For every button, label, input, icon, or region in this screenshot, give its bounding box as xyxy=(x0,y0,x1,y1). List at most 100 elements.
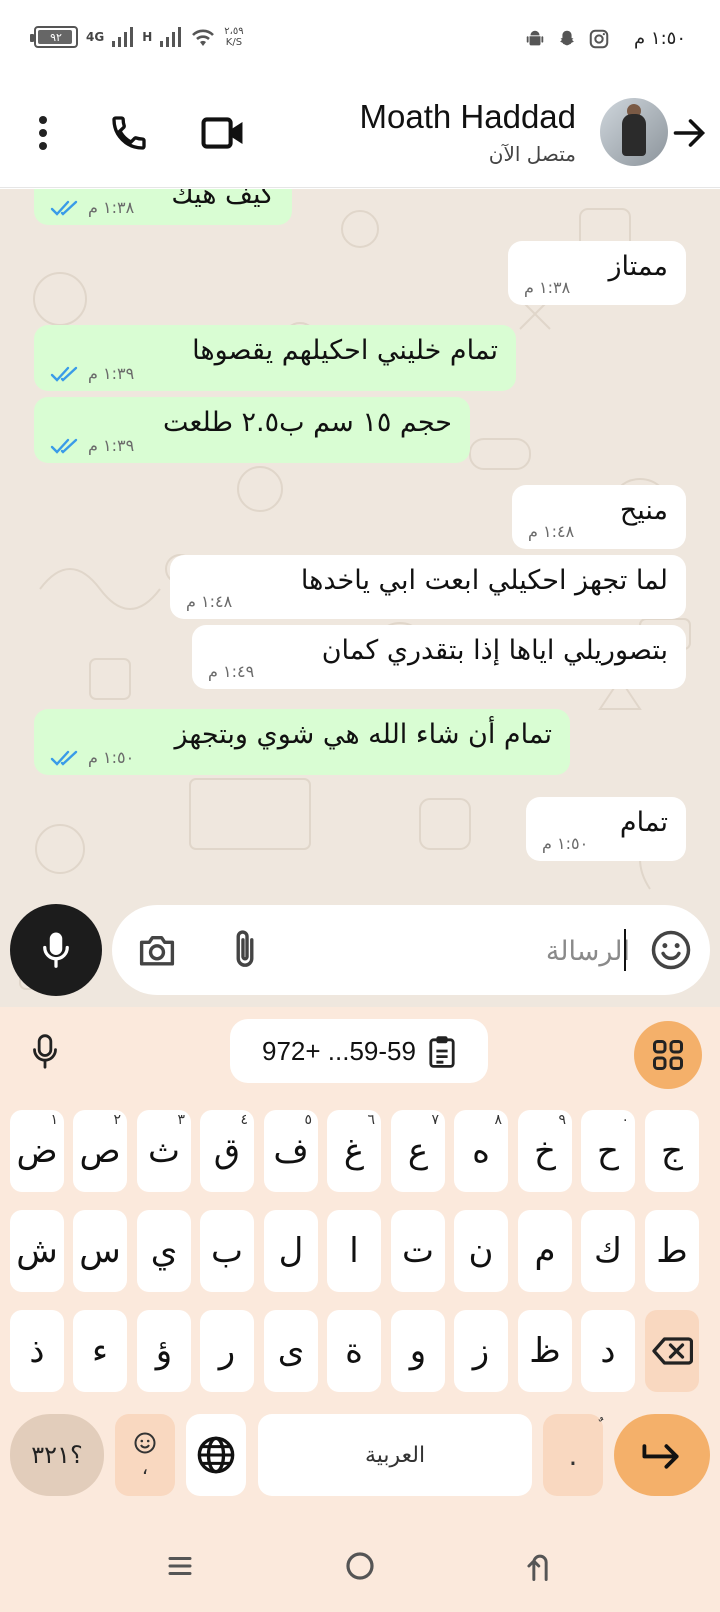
message-input-container[interactable] xyxy=(112,905,710,995)
key-dad[interactable]: ض١ xyxy=(10,1110,64,1192)
key-fa[interactable]: ف٥ xyxy=(264,1110,318,1192)
message-meta: ١:٥٠ م xyxy=(50,748,134,767)
avatar[interactable] xyxy=(600,98,668,166)
system-nav-bar xyxy=(0,1520,720,1612)
menu-lines-icon xyxy=(168,1557,192,1575)
key-nun[interactable]: ن xyxy=(454,1210,508,1292)
message-bubble[interactable]: ممتاز ١:٣٨ م xyxy=(508,241,686,305)
camera-button[interactable] xyxy=(134,927,180,973)
back-nav-button[interactable] xyxy=(512,1538,568,1594)
recents-button[interactable] xyxy=(152,1538,208,1594)
key-hha[interactable]: ح٠ xyxy=(581,1110,635,1192)
back-gesture-icon xyxy=(527,1554,548,1582)
period-key[interactable]: . ٌ xyxy=(543,1414,603,1496)
message-input[interactable] xyxy=(330,929,630,973)
message-meta: ١:٤٨ م xyxy=(186,592,232,611)
chat-header: Moath Haddad متصل الآن xyxy=(0,80,720,188)
instagram-icon xyxy=(589,29,609,49)
key-dhal[interactable]: ذ xyxy=(10,1310,64,1392)
key-alif-maqsura[interactable]: ى xyxy=(264,1310,318,1392)
keyboard-apps-button[interactable] xyxy=(634,1021,702,1089)
emoji-key[interactable]: ، xyxy=(115,1414,175,1496)
video-icon xyxy=(201,117,243,149)
key-kaf[interactable]: ك xyxy=(581,1210,635,1292)
contact-status: متصل الآن xyxy=(488,142,576,166)
space-key[interactable]: العربية xyxy=(258,1414,532,1496)
key-lam[interactable]: ل xyxy=(264,1210,318,1292)
voice-call-button[interactable] xyxy=(104,108,154,158)
text-cursor xyxy=(624,929,626,971)
key-ain[interactable]: ع٧ xyxy=(391,1110,445,1192)
video-call-button[interactable] xyxy=(198,108,248,158)
message-text: تمام xyxy=(619,807,668,838)
message-meta: ١:٣٩ م xyxy=(50,436,134,455)
clipboard-text: 972+ ...59-59 xyxy=(262,1035,416,1066)
attach-button[interactable] xyxy=(222,927,268,973)
key-qaf[interactable]: ق٤ xyxy=(200,1110,254,1192)
message-bubble[interactable]: تمام خليني احكيلهم يقصوها ١:٣٩ م xyxy=(34,325,516,391)
key-alif[interactable]: ا xyxy=(327,1210,381,1292)
contact-name[interactable]: Moath Haddad xyxy=(360,98,576,136)
key-ta-marbuta[interactable]: ة xyxy=(327,1310,381,1392)
message-bubble[interactable]: تمام أن شاء الله هي شوي وبتجهز ١:٥٠ م xyxy=(34,709,570,775)
message-bubble[interactable]: بتصوريلي اياها إذا بتقدري كمان ١:٤٩ م xyxy=(192,625,686,689)
language-key[interactable] xyxy=(186,1414,246,1496)
key-waw[interactable]: و xyxy=(391,1310,445,1392)
key-zay[interactable]: ز xyxy=(454,1310,508,1392)
key-ta[interactable]: ت xyxy=(391,1210,445,1292)
message-bubble[interactable]: حجم ١٥ سم ب٢.٥ طلعت ١:٣٩ م xyxy=(34,397,470,463)
key-waw-hamza[interactable]: ؤ xyxy=(137,1310,191,1392)
key-ra[interactable]: ر xyxy=(200,1310,254,1392)
status-bar: ٩٢ 4G H ٢،٥٩ K/S ١:٥٠ م xyxy=(0,0,720,80)
clipboard-icon xyxy=(429,1036,455,1068)
key-ha[interactable]: ه٨ xyxy=(454,1110,508,1192)
message-text: بتصوريلي اياها إذا بتقدري كمان xyxy=(321,635,668,666)
battery-icon: ٩٢ xyxy=(30,26,78,48)
more-vert-icon xyxy=(39,116,47,150)
more-options-button[interactable] xyxy=(18,108,68,158)
read-ticks-icon xyxy=(50,438,78,454)
message-bubble[interactable]: كيف هيك ١:٣٨ م xyxy=(34,189,292,225)
message-bubble[interactable]: لما تجهز احكيلي ابعت ابي ياخدها ١:٤٨ م xyxy=(170,555,686,619)
globe-icon xyxy=(197,1436,235,1474)
signal-icon-2 xyxy=(160,27,182,47)
key-ba[interactable]: ب xyxy=(200,1210,254,1292)
keyboard-voice-button[interactable] xyxy=(22,1029,68,1075)
key-sin[interactable]: س xyxy=(73,1210,127,1292)
key-ghain[interactable]: غ٦ xyxy=(327,1110,381,1192)
key-shin[interactable]: ش xyxy=(10,1210,64,1292)
message-bubble[interactable]: منيح ١:٤٨ م xyxy=(512,485,686,549)
key-tha[interactable]: ث٣ xyxy=(137,1110,191,1192)
message-list[interactable]: كيف هيك ١:٣٨ م ممتاز ١:٣٨ م تمام خليني ا… xyxy=(0,189,720,1007)
network-4g-label: 4G xyxy=(86,30,105,44)
speed-unit: K/S xyxy=(225,37,243,48)
message-meta: ١:٣٩ م xyxy=(50,364,134,383)
symbols-key[interactable]: ؟٣٢١ xyxy=(10,1414,104,1496)
back-button[interactable] xyxy=(666,110,712,156)
key-hamza[interactable]: ء xyxy=(73,1310,127,1392)
key-kha[interactable]: خ٩ xyxy=(518,1110,572,1192)
home-button[interactable] xyxy=(332,1538,388,1594)
message-meta: ١:٤٨ م xyxy=(528,522,574,541)
message-time: ١:٣٨ م xyxy=(524,278,571,297)
clipboard-suggestion[interactable]: 972+ ...59-59 xyxy=(230,1019,488,1083)
key-mim[interactable]: م xyxy=(518,1210,572,1292)
emoji-button[interactable] xyxy=(648,927,694,973)
backspace-icon xyxy=(652,1337,693,1365)
message-bubble[interactable]: تمام ١:٥٠ م xyxy=(526,797,686,861)
key-ya[interactable]: ي xyxy=(137,1210,191,1292)
key-zah[interactable]: ظ xyxy=(518,1310,572,1392)
android-icon xyxy=(526,30,544,46)
keyboard-toolbar: 972+ ...59-59 xyxy=(0,1007,720,1101)
backspace-key[interactable] xyxy=(645,1310,699,1392)
enter-key[interactable] xyxy=(614,1414,710,1496)
key-tah[interactable]: ط xyxy=(645,1210,699,1292)
key-jim[interactable]: ج xyxy=(645,1110,699,1192)
message-text: حجم ١٥ سم ب٢.٥ طلعت xyxy=(162,407,452,438)
message-text: كيف هيك xyxy=(171,189,274,210)
key-sad[interactable]: ص٢ xyxy=(73,1110,127,1192)
message-time: ١:٤٨ م xyxy=(528,522,575,541)
message-text: منيح xyxy=(619,495,668,526)
voice-message-button[interactable] xyxy=(10,904,102,996)
key-dal[interactable]: د xyxy=(581,1310,635,1392)
